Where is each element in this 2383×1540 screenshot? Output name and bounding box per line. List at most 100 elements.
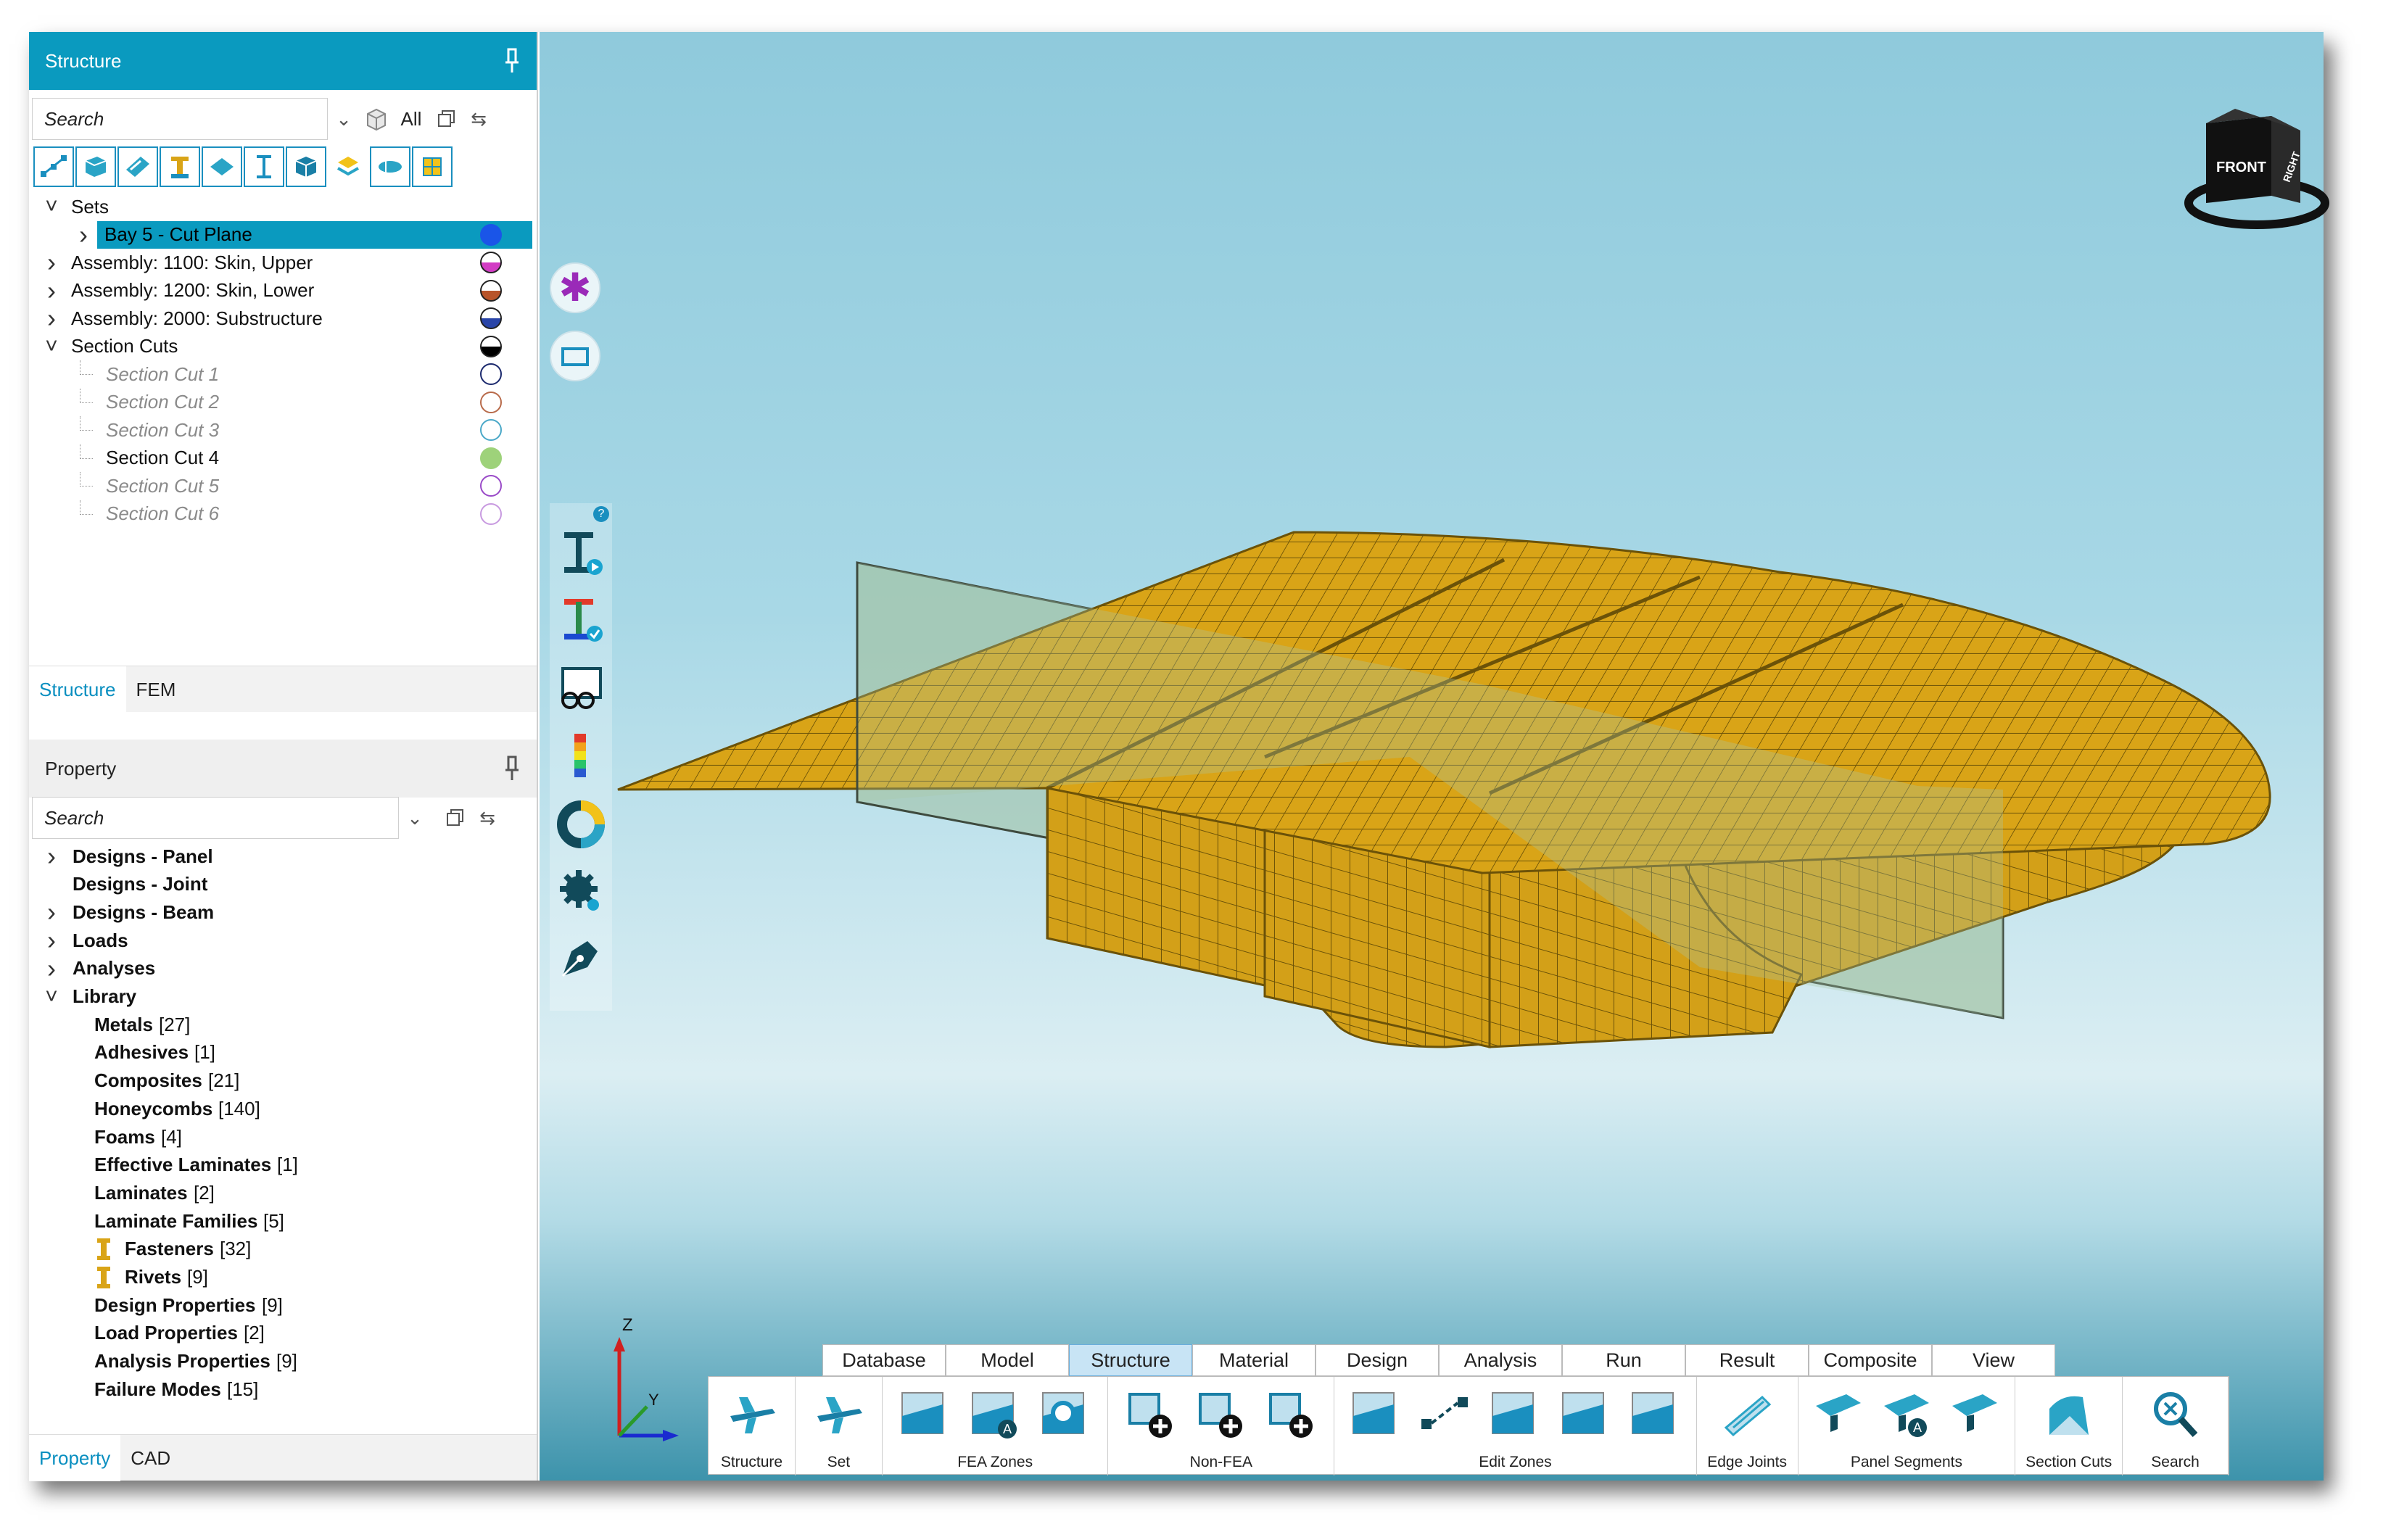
beam-run-icon[interactable]	[557, 529, 605, 577]
cube-filter-icon[interactable]	[360, 101, 392, 137]
chevron-right-icon[interactable]: ›	[44, 303, 59, 333]
color-indicator[interactable]	[480, 223, 502, 246]
chevron-right-icon[interactable]: ›	[44, 897, 59, 927]
structure-tree-row[interactable]: Section Cut 5	[29, 472, 537, 500]
node-filter-icon[interactable]	[33, 146, 74, 187]
property-tree-row[interactable]: Composites [21]	[29, 1067, 537, 1095]
grid-zone-icon[interactable]	[1557, 1387, 1614, 1444]
color-indicator[interactable]	[480, 447, 502, 469]
beam-filter-icon[interactable]	[160, 146, 200, 187]
edge-joint-icon[interactable]	[1719, 1387, 1775, 1444]
merge-zone-icon[interactable]	[1627, 1387, 1683, 1444]
view-cube[interactable]: FRONT RIGHT	[2177, 94, 2337, 239]
property-tree-row[interactable]: Failure Modes [15]	[29, 1375, 537, 1403]
property-tree-row[interactable]: Design Properties [9]	[29, 1291, 537, 1319]
copy-icon[interactable]	[431, 101, 463, 137]
ribbon-tab-analysis[interactable]: Analysis	[1439, 1344, 1562, 1376]
structure-tree-row[interactable]: ˅ Section Cuts	[29, 333, 537, 360]
structure-tree-row[interactable]: › Assembly: 2000: Substructure	[29, 303, 537, 333]
tab-property[interactable]: Property	[29, 1435, 121, 1481]
snap-button[interactable]: ✱	[550, 262, 600, 313]
property-search-input[interactable]: Search	[32, 797, 399, 839]
tab-fem[interactable]: FEM	[126, 666, 186, 713]
property-tree-row[interactable]: ˅ Library	[29, 983, 537, 1011]
chevron-right-icon[interactable]: ›	[44, 953, 59, 983]
panel-segment-split-icon[interactable]	[1946, 1387, 2003, 1444]
split-zone-icon[interactable]	[1417, 1387, 1474, 1444]
ibeam-filter-icon[interactable]	[244, 146, 284, 187]
property-tree-row[interactable]: Rivets [9]	[29, 1264, 537, 1291]
help-icon[interactable]: ?	[593, 506, 609, 522]
3d-viewport[interactable]: FRONT RIGHT ✱ ? Z Y Database Model Struc…	[540, 32, 2329, 1481]
color-indicator[interactable]	[480, 363, 502, 385]
chevron-down-icon[interactable]: ⌄	[328, 101, 360, 137]
property-tree-row[interactable]: Metals [27]	[29, 1011, 537, 1038]
layers-filter-icon[interactable]	[328, 146, 368, 187]
mesh-filter-icon[interactable]	[412, 146, 453, 187]
color-indicator[interactable]	[480, 252, 502, 273]
color-indicator[interactable]	[480, 335, 502, 357]
ribbon-tab-model[interactable]: Model	[946, 1344, 1069, 1376]
section-cut-icon[interactable]	[2041, 1387, 2097, 1444]
aircraft-set-icon[interactable]	[810, 1387, 867, 1444]
property-tree-row[interactable]: › Loads	[29, 925, 537, 955]
panel-segment-icon[interactable]	[1810, 1387, 1867, 1444]
fea-zone-icon[interactable]	[896, 1387, 953, 1444]
contour-legend-icon[interactable]	[557, 732, 605, 780]
add-joint-icon[interactable]	[1193, 1387, 1250, 1444]
color-indicator[interactable]	[480, 307, 502, 329]
panel-segment-auto-icon[interactable]: A	[1878, 1387, 1935, 1444]
fea-zone-auto-icon[interactable]: A	[967, 1387, 1023, 1444]
structure-tree-row[interactable]: Section Cut 4	[29, 444, 537, 472]
color-indicator[interactable]	[480, 475, 502, 497]
ribbon-tab-database[interactable]: Database	[822, 1344, 946, 1376]
shell-filter-icon[interactable]	[202, 146, 242, 187]
airfoil-filter-icon[interactable]	[370, 146, 410, 187]
ribbon-tab-material[interactable]: Material	[1192, 1344, 1316, 1376]
select-zone-icon[interactable]	[1347, 1387, 1404, 1444]
property-tree-row[interactable]: Laminates [2]	[29, 1179, 537, 1206]
search-icon[interactable]	[2147, 1387, 2204, 1444]
fea-zone-gear-icon[interactable]	[1037, 1387, 1094, 1444]
property-tree-row[interactable]: Designs - Joint	[29, 871, 537, 898]
tab-structure[interactable]: Structure	[29, 666, 126, 713]
add-zone-icon[interactable]	[1123, 1387, 1179, 1444]
swap-icon[interactable]: ⇆	[471, 800, 503, 836]
chevron-right-icon[interactable]: ›	[44, 247, 59, 277]
chevron-down-icon[interactable]: ˅	[44, 985, 59, 1009]
property-tree-row[interactable]: Effective Laminates [1]	[29, 1151, 537, 1179]
swap-icon[interactable]: ⇆	[463, 101, 495, 137]
box-filter-icon[interactable]	[286, 146, 326, 187]
panel-filter-icon[interactable]	[117, 146, 158, 187]
add-beam-icon[interactable]	[1263, 1387, 1320, 1444]
property-tree-row[interactable]: Foams [4]	[29, 1123, 537, 1151]
property-tree-row[interactable]: › Analyses	[29, 953, 537, 983]
color-indicator[interactable]	[480, 391, 502, 413]
ribbon-tab-view[interactable]: View	[1932, 1344, 2055, 1376]
chevron-right-icon[interactable]: ›	[44, 841, 59, 871]
property-tree-row[interactable]: › Designs - Beam	[29, 897, 537, 927]
structure-tree-row[interactable]: Section Cut 2	[29, 388, 537, 416]
chevron-right-icon[interactable]: ›	[44, 276, 59, 305]
property-tree-row[interactable]: Fasteners [32]	[29, 1235, 537, 1263]
color-wheel-icon[interactable]	[557, 800, 605, 848]
structure-tree-row[interactable]: › Assembly: 1100: Skin, Upper	[29, 247, 537, 277]
solid-filter-icon[interactable]	[75, 146, 116, 187]
chevron-down-icon[interactable]: ⌄	[399, 800, 431, 836]
structure-search-input[interactable]: Search	[32, 98, 328, 140]
structure-tree-row[interactable]: › Bay 5 - Cut Plane	[79, 220, 532, 249]
structure-tree-row[interactable]: Section Cut 6	[29, 500, 537, 528]
chevron-down-icon[interactable]: ˅	[44, 334, 59, 358]
color-indicator[interactable]	[480, 419, 502, 441]
ribbon-tab-structure[interactable]: Structure	[1069, 1344, 1192, 1376]
rotate-zone-icon[interactable]	[1487, 1387, 1543, 1444]
window-select-button[interactable]	[550, 331, 600, 381]
structure-tree-row[interactable]: › Assembly: 1200: Skin, Lower	[29, 276, 537, 305]
wing-model[interactable]	[540, 32, 2324, 1481]
pin-icon[interactable]	[503, 48, 521, 74]
property-tree-row[interactable]: Load Properties [2]	[29, 1320, 537, 1347]
structure-tree-row[interactable]: Section Cut 3	[29, 416, 537, 444]
ribbon-tab-run[interactable]: Run	[1562, 1344, 1685, 1376]
property-tree-row[interactable]: Laminate Families [5]	[29, 1207, 537, 1235]
chevron-down-icon[interactable]: ˅	[44, 194, 59, 218]
